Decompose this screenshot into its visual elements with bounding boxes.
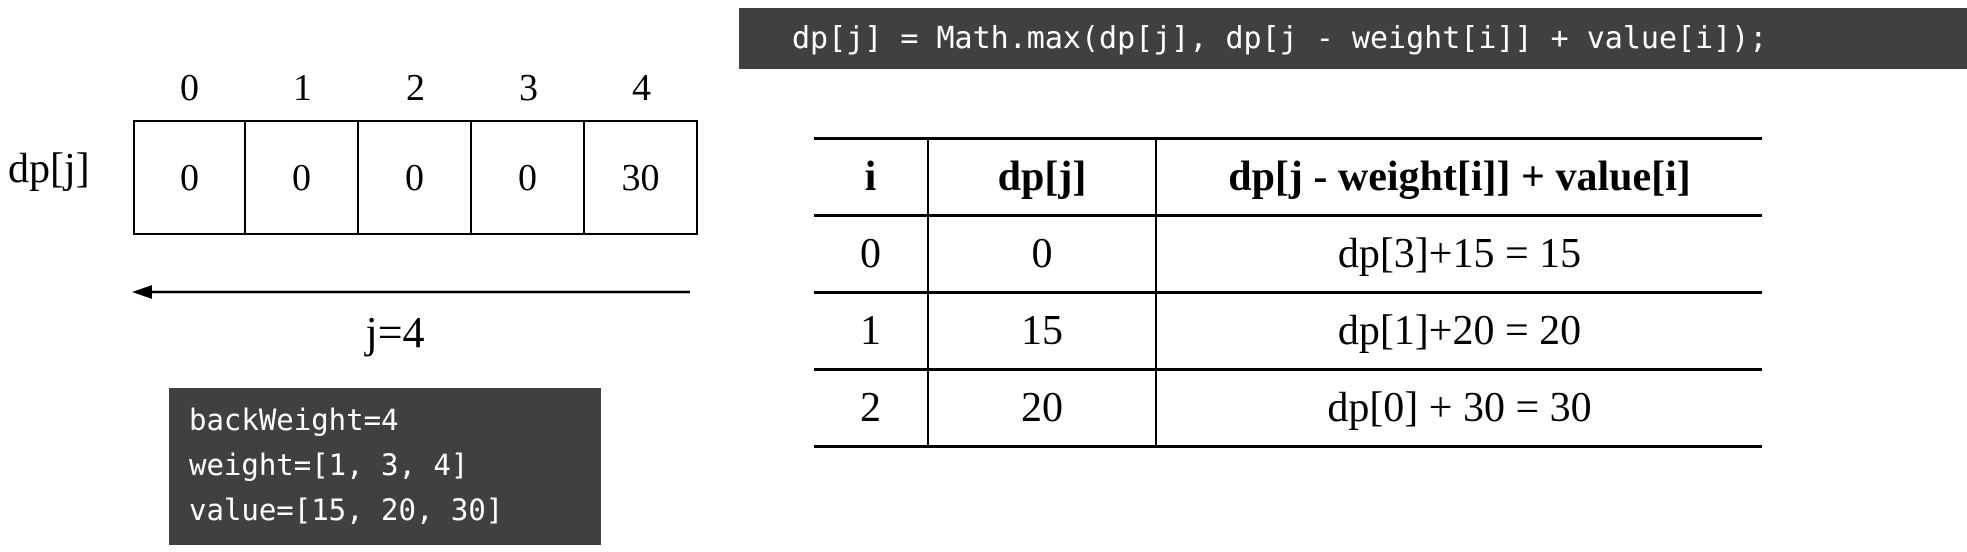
cell-dp: 15 — [928, 292, 1157, 370]
calculation-table: i dp[j] dp[j - weight[i]] + value[i] 0 0… — [814, 137, 1762, 448]
dp-cell-1: 0 — [246, 120, 359, 235]
table-row: 0 0 dp[3]+15 = 15 — [814, 215, 1762, 293]
cell-candidate: dp[3]+15 = 15 — [1337, 231, 1582, 277]
value-line: value=[15, 20, 30] — [189, 493, 504, 527]
index-label-4: 4 — [632, 67, 651, 109]
dp-cell-3: 0 — [472, 120, 585, 235]
dp-cell-2: 0 — [359, 120, 472, 235]
dp-cell-4: 30 — [585, 120, 698, 235]
table-row: 2 20 dp[0] + 30 = 30 — [814, 369, 1762, 447]
cell-i: 2 — [814, 369, 929, 447]
cell-dp: 0 — [928, 215, 1157, 293]
cell-i: 0 — [814, 215, 929, 293]
index-label-0: 0 — [180, 67, 199, 109]
cell-i: 1 — [814, 292, 929, 370]
code-banner: dp[j] = Math.max(dp[j], dp[j - weight[i]… — [739, 8, 1967, 69]
header-dp-j: dp[j] — [928, 138, 1157, 216]
backweight-line: backWeight=4 — [189, 403, 399, 437]
j-label: j=4 — [365, 308, 425, 357]
weight-line: weight=[1, 3, 4] — [189, 448, 469, 482]
cell-candidate: dp[0] + 30 = 30 — [1327, 385, 1592, 431]
header-i: i — [814, 138, 929, 216]
index-label-1: 1 — [293, 67, 312, 109]
table-row: 1 15 dp[1]+20 = 20 — [814, 292, 1762, 370]
table-header-row: i dp[j] dp[j - weight[i]] + value[i] — [814, 138, 1762, 216]
cell-dp: 20 — [928, 369, 1157, 447]
cell-candidate: dp[1]+20 = 20 — [1337, 308, 1582, 354]
parameters-box: backWeight=4 weight=[1, 3, 4] value=[15,… — [169, 388, 601, 545]
index-label-2: 2 — [406, 67, 425, 109]
dp-cell-0: 0 — [133, 120, 246, 235]
dp-array-label: dp[j] — [8, 146, 90, 192]
index-label-3: 3 — [519, 67, 538, 109]
header-candidate: dp[j - weight[i]] + value[i] — [1228, 154, 1691, 200]
